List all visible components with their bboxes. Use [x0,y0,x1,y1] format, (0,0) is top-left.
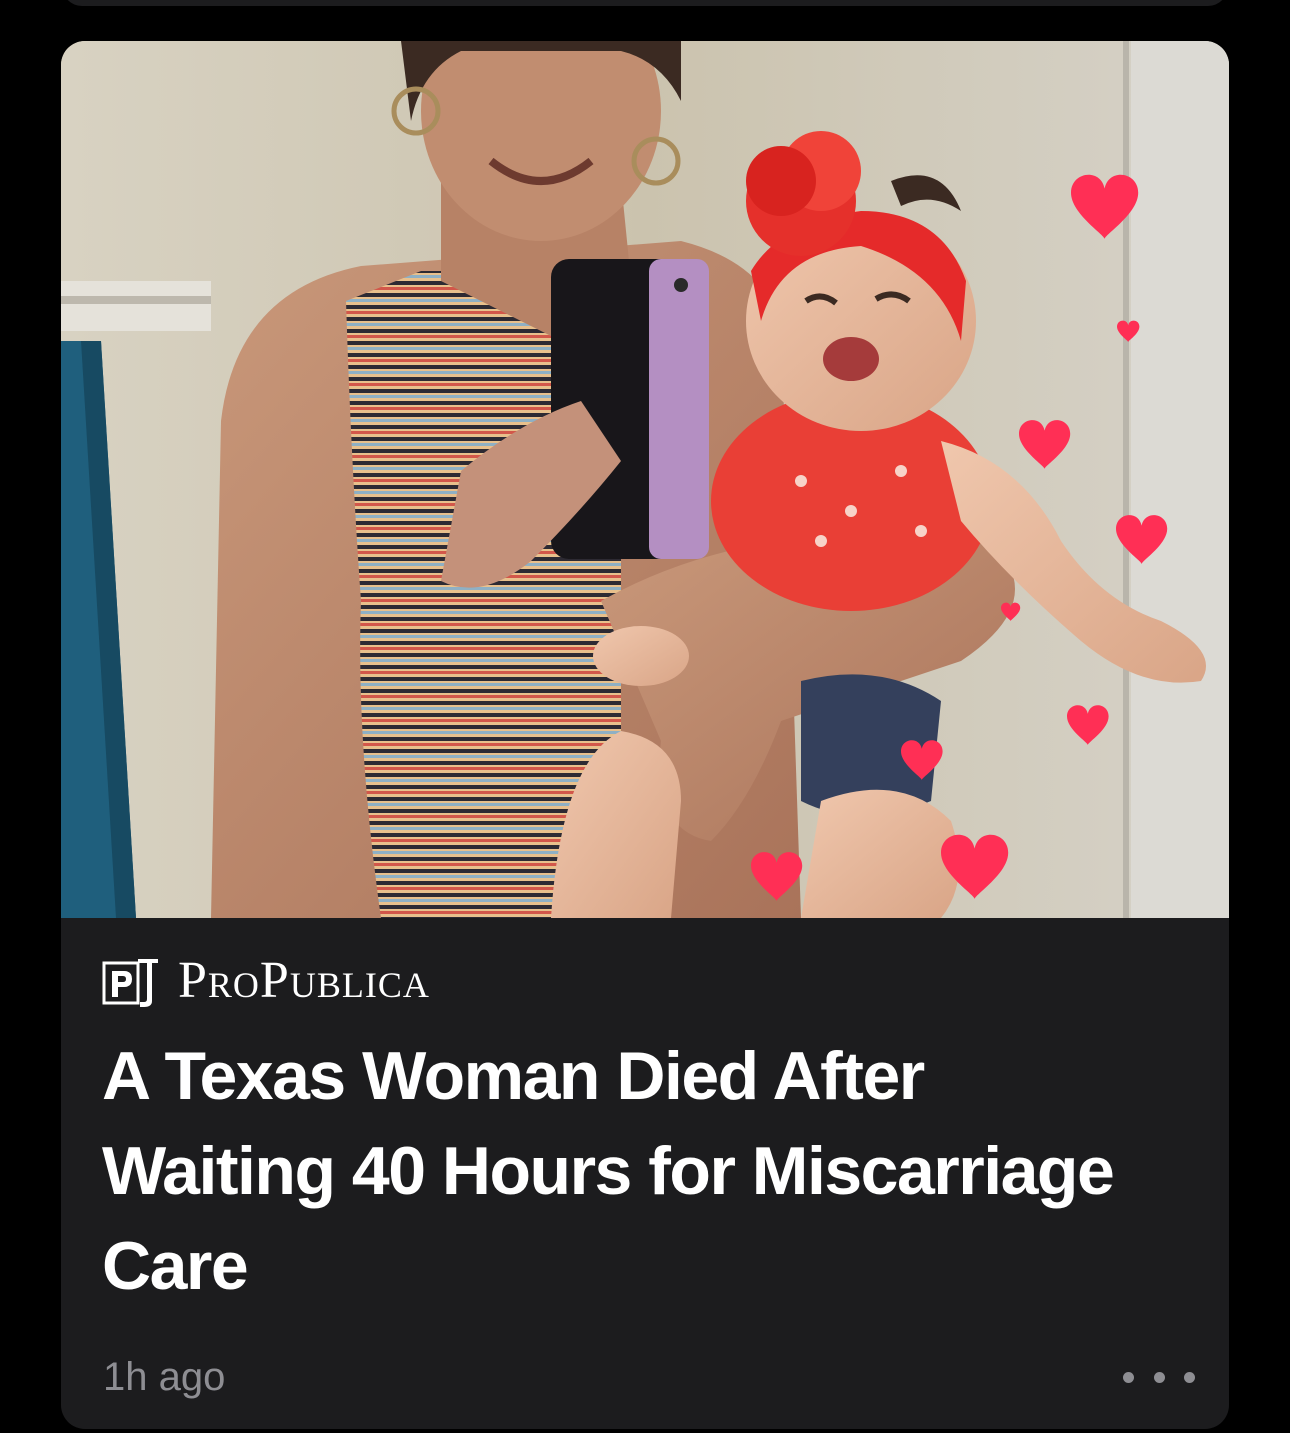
article-timestamp: 1h ago [103,1355,226,1399]
propublica-logo-icon [102,959,158,1007]
ellipsis-icon [1184,1371,1195,1383]
more-options-button[interactable] [1123,1357,1195,1397]
ellipsis-icon [1153,1371,1165,1383]
article-hero-image [61,41,1229,918]
ellipsis-icon [1123,1371,1134,1383]
news-article-card[interactable]: ProPublica A Texas Woman Died After Wait… [61,41,1229,1429]
publisher-name: ProPublica [178,952,430,1009]
previous-card-edge [62,0,1228,6]
article-headline[interactable]: A Texas Woman Died After Waiting 40 Hour… [102,1029,1162,1314]
publisher-row[interactable]: ProPublica [102,953,430,1009]
